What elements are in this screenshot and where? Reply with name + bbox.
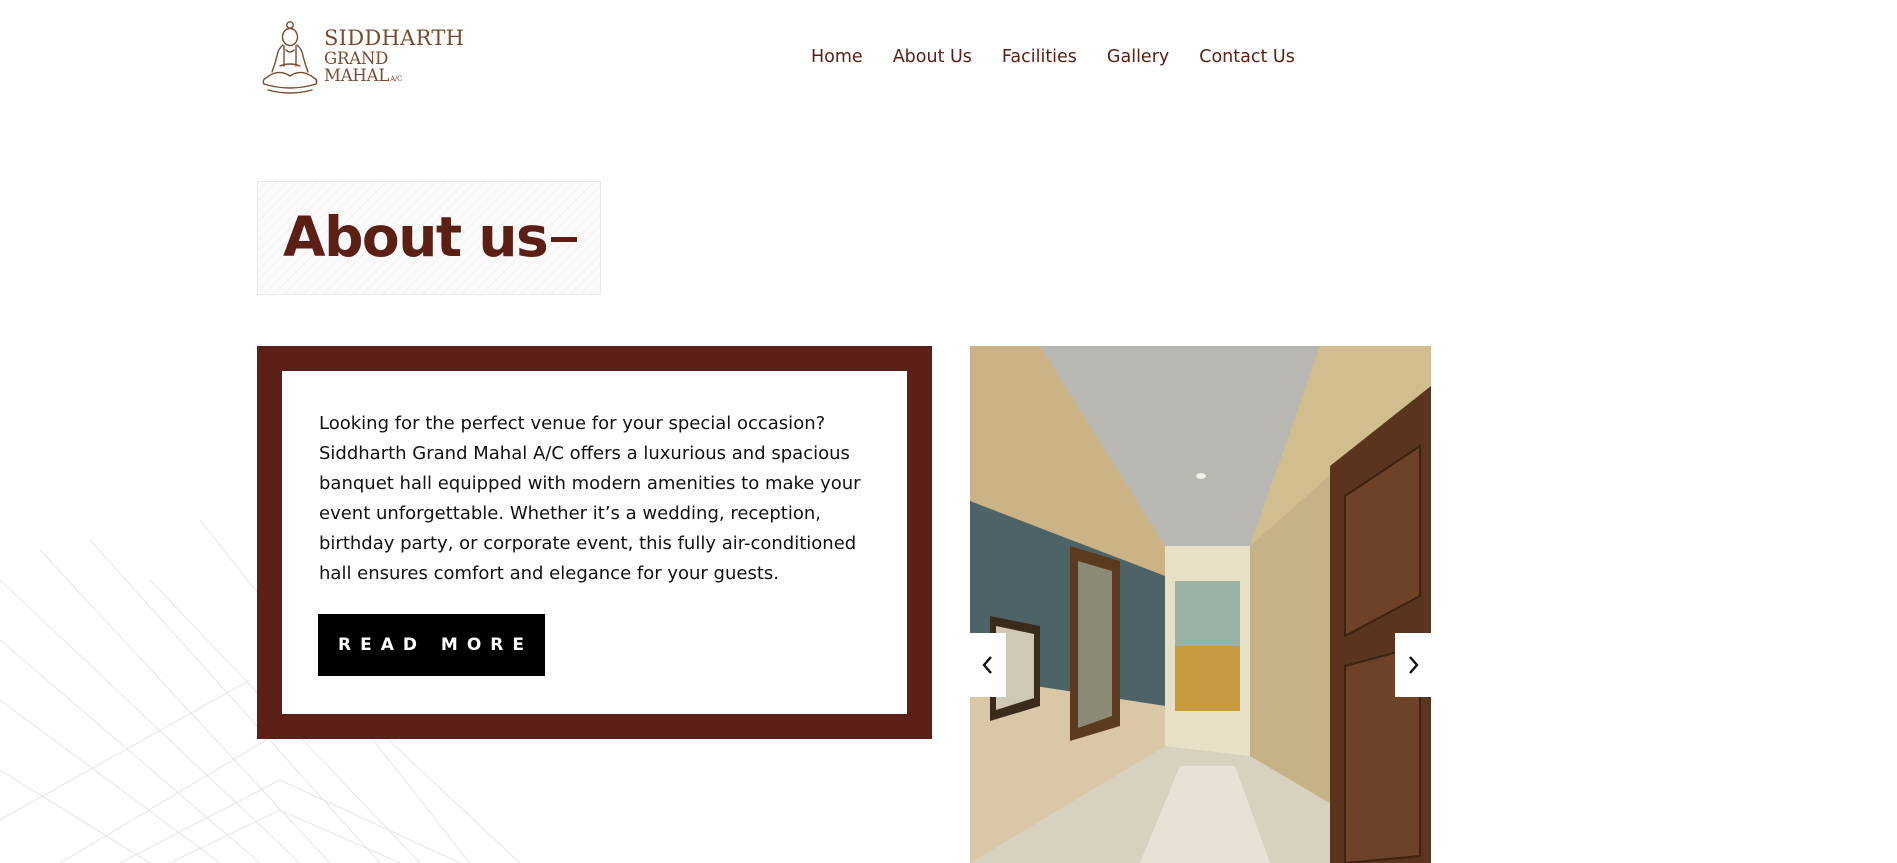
main-navigation: Home About Us Facilities Gallery Contact…: [811, 45, 1325, 69]
title-dash-decoration: [551, 237, 577, 242]
brand-logo[interactable]: SIDDHARTH GRAND MAHALA/C: [258, 16, 468, 96]
read-more-button[interactable]: READ MORE: [318, 614, 545, 676]
section-title: About us: [283, 205, 549, 269]
slider-prev-button[interactable]: [970, 633, 1006, 697]
image-slider: [970, 346, 1431, 863]
brand-name-line1: SIDDHARTH: [324, 26, 465, 50]
brand-name-line2: GRAND MAHALA/C: [324, 49, 468, 85]
about-description: Looking for the perfect venue for your s…: [319, 413, 861, 584]
nav-item-facilities[interactable]: Facilities: [1002, 45, 1077, 69]
about-card: Looking for the perfect venue for your s…: [257, 346, 932, 739]
slider-next-button[interactable]: [1395, 633, 1431, 697]
nav-item-gallery[interactable]: Gallery: [1107, 45, 1169, 69]
hallway-photo: [970, 346, 1431, 863]
chevron-left-icon: [982, 656, 992, 674]
about-card-inner: Looking for the perfect venue for your s…: [282, 371, 907, 714]
nav-item-about-us[interactable]: About Us: [893, 45, 972, 69]
section-title-box: About us: [257, 181, 601, 295]
chevron-right-icon: [1409, 656, 1419, 674]
buddha-logo-icon: [262, 21, 318, 94]
nav-item-home[interactable]: Home: [811, 45, 863, 69]
nav-item-contact-us[interactable]: Contact Us: [1199, 45, 1295, 69]
brand-name-line2-text: GRAND MAHAL: [324, 49, 390, 85]
brand-suffix: A/C: [390, 74, 403, 83]
